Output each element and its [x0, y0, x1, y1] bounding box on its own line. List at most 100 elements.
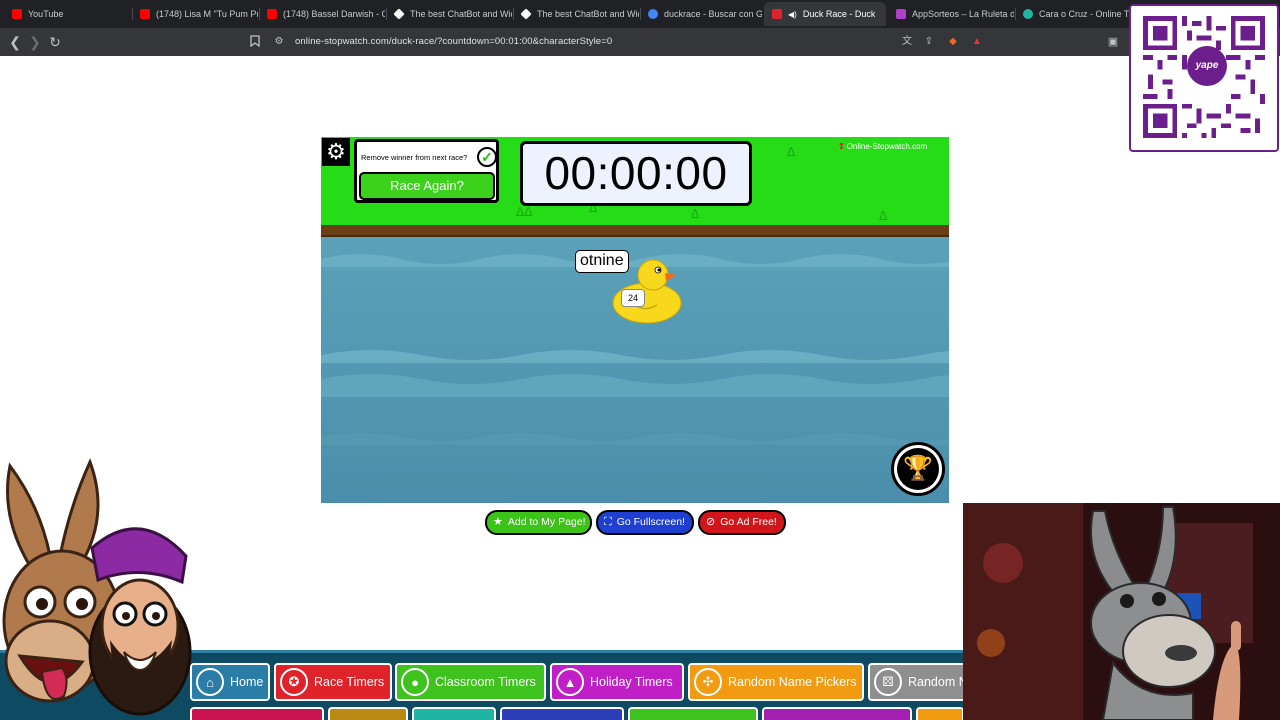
nav-row2-item[interactable] — [328, 707, 408, 720]
tab-cara-o-cruz[interactable]: Cara o Cruz - Online Tira — [1015, 2, 1129, 26]
tab-youtube-bassel[interactable]: (1748) Bassel Darwish - Cr — [259, 2, 385, 26]
diamond-icon — [520, 8, 532, 20]
coin-icon — [1023, 9, 1033, 19]
nav-label: Random Name Pickers — [728, 675, 857, 689]
window-icon[interactable]: ▣ — [1104, 33, 1122, 51]
trophy-icon: 🏆 — [897, 448, 939, 490]
nav-row2-item[interactable] — [190, 707, 324, 720]
grass-tuft: ᐃ — [879, 209, 888, 223]
rubber-duck-icon — [612, 259, 682, 324]
nav-random-n[interactable]: ⚄ Random N — [868, 663, 964, 701]
apple-icon: ● — [401, 668, 429, 696]
tab-title: duckrace - Buscar con Goo — [664, 9, 762, 19]
brave-shield-icon[interactable]: ◆ — [946, 35, 960, 49]
riverbank — [321, 225, 949, 237]
fullscreen-icon: ⛶ — [604, 516, 612, 528]
site-info-icon[interactable]: ⚙ — [272, 35, 286, 49]
google-icon — [648, 9, 658, 19]
speaker-icon: ◀) — [788, 9, 797, 19]
button-label: Go Ad Free! — [720, 516, 777, 528]
tab-youtube[interactable]: YouTube — [4, 2, 130, 26]
youtube-icon — [12, 9, 22, 19]
online-stopwatch-icon — [772, 9, 782, 19]
translate-icon[interactable]: 文 — [900, 35, 914, 49]
star-icon: ★ — [493, 516, 503, 528]
share-icon[interactable]: ⇪ — [922, 35, 936, 49]
settings-gear-button[interactable]: ⚙ — [322, 138, 350, 166]
nav-holiday-timers[interactable]: ▲ Holiday Timers — [550, 663, 684, 701]
streamer-cartoon-avatar — [2, 458, 192, 716]
remove-winner-label: Remove winner from next race? — [361, 153, 468, 162]
home-icon: ⌂ — [196, 668, 224, 696]
go-ad-free-button[interactable]: ⊘ Go Ad Free! — [698, 510, 786, 535]
runner-icon: ✪ — [280, 668, 308, 696]
countdown-timer: 00:00:00 — [520, 141, 752, 206]
tab-youtube-lisa[interactable]: (1748) Lisa M "Tu Pum Pu — [132, 2, 258, 26]
reload-button[interactable]: ↻ — [46, 33, 64, 51]
tab-title: (1748) Bassel Darwish - Cr — [283, 9, 385, 19]
nav-row2-item[interactable] — [628, 707, 758, 720]
nav-row2-item[interactable] — [762, 707, 912, 720]
tab-google-search[interactable]: duckrace - Buscar con Goo — [640, 2, 762, 26]
diamond-icon — [393, 8, 405, 20]
random-icon: ⚄ — [874, 668, 902, 696]
tab-title: Cara o Cruz - Online Tira — [1039, 9, 1129, 19]
rewards-icon[interactable]: ▲ — [970, 35, 984, 49]
nav-row2-item[interactable] — [916, 707, 964, 720]
no-ads-icon: ⊘ — [706, 516, 716, 528]
tab-title: YouTube — [28, 9, 64, 19]
yape-logo: yape — [1187, 46, 1227, 86]
tab-chatbot-2[interactable]: The best ChatBot and Wid — [513, 2, 639, 26]
nav-home[interactable]: ⌂ Home — [190, 663, 270, 701]
leaderboard-button[interactable]: 🏆 — [891, 442, 945, 496]
tab-title: The best ChatBot and Wid — [537, 9, 639, 19]
grass-tuft: ᐃ — [691, 207, 700, 221]
url-text[interactable]: online-stopwatch.com/duck-race/?countdow… — [295, 36, 612, 47]
forward-button[interactable]: ❯ — [26, 33, 44, 51]
nav-random-name-pickers[interactable]: ✣ Random Name Pickers — [688, 663, 864, 701]
online-stopwatch-brand[interactable]: ❢ Online-Stopwatch.com — [838, 142, 927, 151]
remove-winner-checkbox[interactable]: ✓ — [477, 147, 497, 167]
tab-title: (1748) Lisa M "Tu Pum Pu — [156, 9, 258, 19]
browser-tab-bar: YouTube (1748) Lisa M "Tu Pum Pu (1748) … — [0, 0, 1280, 28]
duck-race-game[interactable]: ᐃ ᐃᐃ ᐃ ᐃ ᐃ ᐃ ⚙ Remove winner from next r… — [321, 137, 949, 503]
wave — [321, 433, 949, 445]
go-fullscreen-button[interactable]: ⛶ Go Fullscreen! — [596, 510, 694, 535]
address-bar[interactable]: ⚙ online-stopwatch.com/duck-race/?countd… — [266, 31, 992, 53]
nav-race-timers[interactable]: ✪ Race Timers — [274, 663, 392, 701]
nav-classroom-timers[interactable]: ● Classroom Timers — [395, 663, 546, 701]
tab-appsorteos[interactable]: AppSorteos – La Ruleta de — [888, 2, 1014, 26]
nav-row2-item[interactable] — [412, 707, 496, 720]
appsorteos-icon — [896, 9, 906, 19]
youtube-icon — [140, 9, 150, 19]
youtube-icon — [267, 9, 277, 19]
tab-title: AppSorteos – La Ruleta de — [912, 9, 1014, 19]
dice-icon: ✣ — [694, 668, 722, 696]
tab-duck-race[interactable]: ◀) Duck Race - Duck × — [764, 2, 886, 26]
back-button[interactable]: ❮ — [6, 33, 24, 51]
nav-label: Classroom Timers — [435, 675, 536, 689]
bookmark-icon[interactable] — [246, 33, 264, 51]
grass-tuft: ᐃᐃ — [516, 205, 533, 219]
tree-icon: ▲ — [556, 668, 584, 696]
wave — [321, 374, 949, 397]
nav-label: Holiday Timers — [590, 675, 673, 689]
duck-number-badge: 24 — [621, 289, 645, 307]
button-label: Go Fullscreen! — [616, 516, 685, 528]
brand-text: Online-Stopwatch.com — [846, 142, 928, 151]
nav-row2-item[interactable] — [500, 707, 624, 720]
grass-tuft: ᐃ — [787, 145, 796, 159]
tab-title: Duck Race - Duck — [802, 9, 876, 19]
race-again-button[interactable]: Race Again? — [359, 172, 495, 200]
button-label: Add to My Page! — [507, 516, 586, 528]
tab-chatbot-1[interactable]: The best ChatBot and Wid — [386, 2, 512, 26]
qr-code-overlay: yape — [1129, 4, 1279, 152]
tab-title: The best ChatBot and Wid — [410, 9, 512, 19]
nav-label: Race Timers — [314, 675, 385, 689]
browser-toolbar: ❮ ❯ ↻ ⚙ online-stopwatch.com/duck-race/?… — [0, 28, 1280, 56]
race-options-panel: Remove winner from next race? ✓ Race Aga… — [354, 139, 499, 203]
add-to-my-page-button[interactable]: ★ Add to My Page! — [485, 510, 592, 535]
wave — [321, 350, 949, 363]
webcam-feed — [963, 503, 1280, 720]
nav-label: Random N — [908, 675, 964, 689]
